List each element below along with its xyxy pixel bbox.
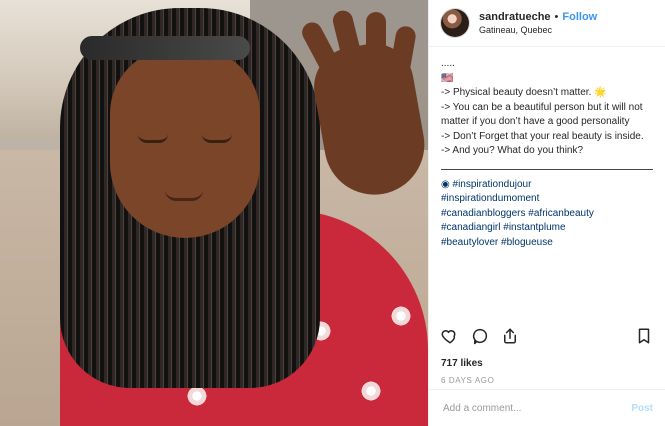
- caption-line: -> You can be a beautiful person but it …: [441, 101, 643, 128]
- post-date[interactable]: 6 DAYS AGO: [429, 371, 665, 389]
- caption: ..... 🇺🇸 -> Physical beauty doesn’t matt…: [429, 47, 665, 317]
- caption-line: -> And you? What do you think?: [441, 145, 584, 156]
- header-meta: sandratueche • Follow Gatineau, Quebec: [479, 11, 597, 35]
- avatar[interactable]: [441, 9, 469, 37]
- action-bar: [429, 317, 665, 355]
- shirt-flower: [186, 385, 208, 407]
- caption-flag: 🇺🇸: [441, 72, 454, 84]
- hashtag-line[interactable]: #inspirationdumoment: [441, 192, 653, 207]
- caption-divider: [441, 168, 653, 170]
- header-top-row: sandratueche • Follow: [479, 11, 597, 23]
- bookmark-icon[interactable]: [635, 327, 653, 345]
- location[interactable]: Gatineau, Quebec: [479, 25, 597, 35]
- shirt-flower: [390, 305, 412, 327]
- comment-composer: Post: [429, 389, 665, 426]
- heart-icon[interactable]: [441, 327, 459, 345]
- post-sidebar: sandratueche • Follow Gatineau, Quebec .…: [428, 0, 665, 426]
- hashtag-line[interactable]: #canadianbloggers #africanbeauty: [441, 207, 653, 222]
- face: [110, 48, 260, 238]
- mouth: [165, 190, 203, 201]
- hashtag-line[interactable]: #canadiangirl #instantplume: [441, 221, 653, 236]
- hashtags: ◉ #inspirationdujour #inspirationdumomen…: [441, 178, 653, 251]
- caption-line: -> Physical beauty doesn’t matter. 🌟: [441, 87, 607, 98]
- share-icon[interactable]: [501, 327, 519, 345]
- closed-eye-right: [202, 134, 232, 143]
- follow-button[interactable]: Follow: [562, 11, 597, 23]
- username[interactable]: sandratueche: [479, 11, 551, 23]
- post-photo[interactable]: [0, 0, 428, 426]
- comment-icon[interactable]: [471, 327, 489, 345]
- post-header: sandratueche • Follow Gatineau, Quebec: [429, 0, 665, 47]
- post-comment-button[interactable]: Post: [631, 403, 653, 414]
- header-separator: •: [554, 11, 559, 23]
- likes-count[interactable]: 717 likes: [429, 355, 665, 371]
- hashtag-line[interactable]: #beautylover #blogueuse: [441, 236, 653, 251]
- hashtag-line[interactable]: ◉ #inspirationdujour: [441, 178, 653, 193]
- closed-eye-left: [138, 134, 168, 143]
- caption-dots: .....: [441, 58, 455, 69]
- shirt-flower: [360, 380, 382, 402]
- instagram-post: sandratueche • Follow Gatineau, Quebec .…: [0, 0, 665, 426]
- headband: [80, 36, 250, 60]
- comment-input[interactable]: [441, 401, 632, 415]
- caption-line: -> Don’t Forget that your real beauty is…: [441, 130, 644, 142]
- finger: [366, 12, 386, 74]
